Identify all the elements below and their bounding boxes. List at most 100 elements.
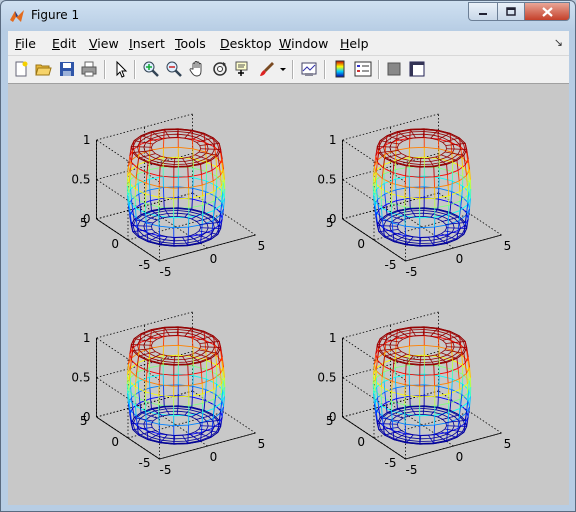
show-plot-tools-icon[interactable] — [408, 60, 426, 78]
mesh-line — [200, 164, 202, 175]
mesh-spoke — [176, 207, 179, 217]
mesh-spoke — [405, 236, 414, 246]
mesh-spoke — [200, 425, 221, 427]
matlab-logo-icon — [10, 10, 24, 22]
mesh-line — [215, 185, 218, 197]
minimize-button[interactable] — [468, 2, 498, 21]
mesh-line — [135, 365, 138, 377]
menu-bar: File Edit View Insert Tools Desktop Wind… — [8, 31, 569, 56]
save-icon[interactable] — [58, 60, 76, 78]
menu-edit[interactable]: Edit — [52, 36, 76, 51]
maximize-button[interactable] — [497, 2, 525, 21]
mesh-spoke — [409, 327, 416, 336]
mesh-line — [139, 402, 142, 413]
mesh-line — [138, 391, 141, 403]
mesh-spoke — [199, 420, 220, 423]
y-tick-label: -5 — [139, 258, 151, 272]
mesh-line — [218, 362, 221, 374]
toolbar-separator — [378, 60, 380, 79]
mesh-spoke — [405, 434, 414, 444]
mesh-spoke — [131, 423, 152, 425]
mesh-line — [211, 368, 214, 380]
mesh-line — [457, 368, 460, 380]
mesh-spoke — [445, 420, 466, 423]
mesh-line — [385, 402, 388, 413]
mesh-line — [205, 181, 207, 192]
mesh-line — [139, 204, 142, 215]
mesh-spoke — [200, 346, 221, 348]
close-button[interactable] — [524, 2, 570, 21]
menu-desktop[interactable]: Desktop — [220, 36, 272, 51]
mesh-line — [212, 180, 215, 192]
mesh-line — [145, 172, 148, 184]
mesh-ring — [127, 156, 225, 200]
mesh-line — [385, 204, 388, 215]
mesh-line — [159, 165, 161, 176]
mesh-spoke — [377, 423, 398, 425]
mesh-line — [150, 200, 152, 211]
mesh-line — [159, 433, 161, 443]
mesh-line — [204, 389, 207, 401]
zoom-out-icon[interactable] — [165, 60, 183, 78]
pan-hand-icon[interactable] — [188, 60, 206, 78]
mesh-spoke — [163, 208, 170, 217]
rotate-3d-icon[interactable] — [211, 60, 229, 78]
menu-tools[interactable]: Tools — [175, 36, 206, 51]
mesh-spoke — [199, 143, 220, 146]
y-tick-label: 0 — [111, 435, 119, 449]
mesh-line — [137, 381, 140, 393]
mesh-spoke — [409, 208, 416, 217]
hide-plot-tools-icon[interactable] — [385, 60, 403, 78]
menu-file[interactable]: File — [15, 36, 36, 51]
subplot-tr: 10.5050-5 -505 — [317, 113, 511, 279]
menu-view[interactable]: View — [89, 36, 119, 51]
menu-insert[interactable]: Insert — [129, 36, 165, 51]
figure-window: Figure 1 File Edit View Insert Tools Des… — [0, 0, 576, 512]
mesh-line — [456, 230, 459, 240]
mesh-line — [214, 394, 217, 406]
x-tick-label: 0 — [456, 252, 464, 266]
edit-plot-arrow-icon[interactable] — [112, 60, 130, 78]
mesh-ring — [126, 166, 226, 209]
mesh-ring — [372, 364, 472, 407]
mesh-spoke — [428, 356, 435, 365]
menu-window[interactable]: Window — [279, 36, 328, 51]
mesh-line — [376, 189, 378, 200]
brush-icon[interactable] — [258, 60, 276, 78]
figure-canvas[interactable]: 1 0.5 0 5 0 -5 -5 0 5 1 0.5 0 5 0 -5 -5 0 5 1 0.5 0 5 0 -5 -5 0 5 1… — [8, 84, 569, 505]
menu-help[interactable]: Help — [340, 36, 369, 51]
mesh-line — [456, 358, 459, 369]
link-plot-icon[interactable] — [300, 60, 318, 78]
z-tick-label: 0.5 — [71, 371, 90, 385]
y-tick-label: 5 — [326, 414, 334, 428]
mesh-spoke — [173, 356, 176, 366]
insert-colorbar-icon[interactable] — [331, 60, 349, 78]
mesh-spoke — [377, 225, 398, 227]
mesh-line — [446, 422, 449, 433]
mesh-spoke — [182, 435, 189, 444]
open-file-icon[interactable] — [34, 60, 52, 78]
mesh-spoke — [428, 237, 435, 246]
new-figure-icon[interactable] — [12, 60, 30, 78]
subplot-bl: 10.5050-5 -505 — [71, 311, 265, 477]
mesh-spoke — [132, 150, 153, 153]
mesh-spoke — [184, 208, 193, 218]
insert-legend-icon[interactable] — [354, 60, 372, 78]
mesh-spoke — [199, 222, 220, 225]
brush-dropdown-icon[interactable] — [279, 60, 287, 78]
mesh-line — [215, 354, 218, 366]
title-bar[interactable]: Figure 1 — [1, 1, 575, 31]
mesh-line — [145, 183, 147, 194]
mesh-line — [138, 193, 141, 205]
menu-dock-arrow-icon[interactable]: ↘ — [554, 36, 563, 49]
print-icon[interactable] — [80, 60, 98, 78]
toolbar-separator — [104, 60, 106, 79]
mesh-spoke — [159, 236, 168, 246]
toolbar-separator — [134, 60, 136, 79]
zoom-in-icon[interactable] — [142, 60, 160, 78]
mesh-line — [159, 363, 161, 374]
data-cursor-icon[interactable] — [234, 60, 252, 78]
mesh-spoke — [184, 406, 193, 416]
mesh-spoke — [184, 129, 193, 139]
mesh-line — [210, 230, 213, 240]
